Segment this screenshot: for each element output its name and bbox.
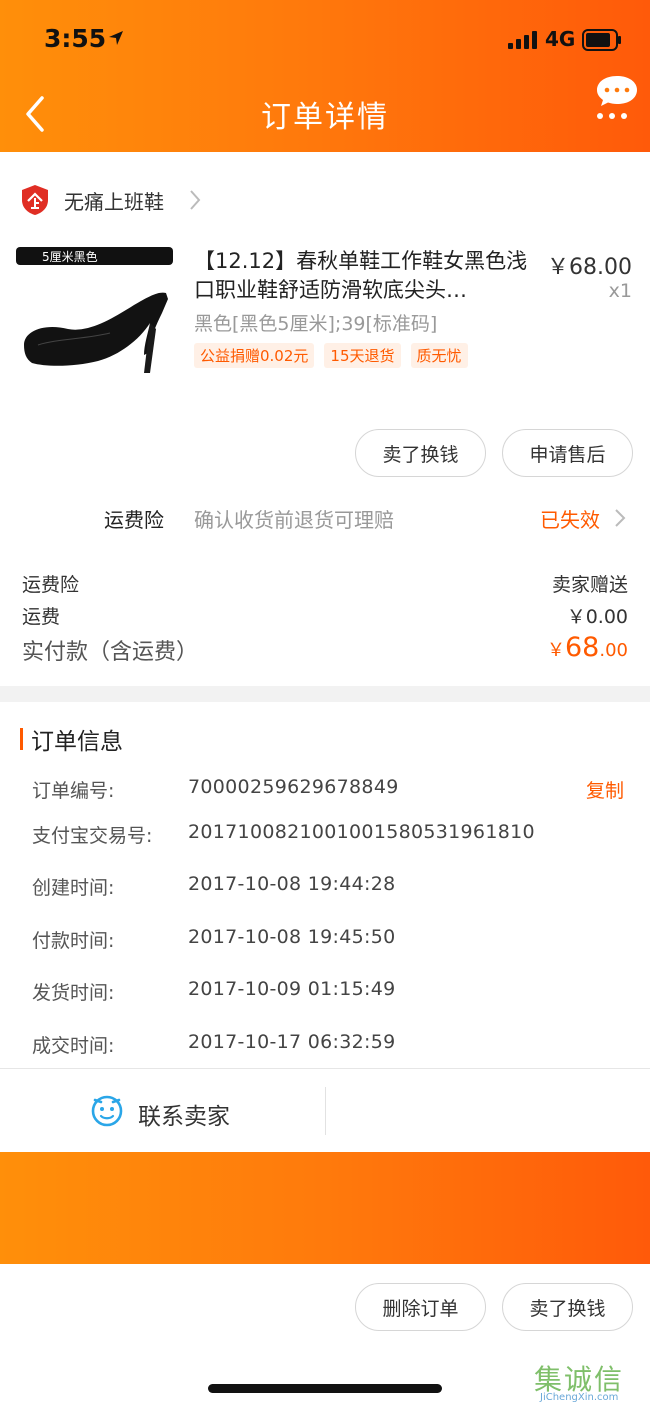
promo-banner[interactable] — [0, 1152, 650, 1264]
chevron-right-icon — [190, 190, 201, 210]
product-price: ￥68.00 — [547, 255, 632, 280]
chevron-right-icon — [615, 509, 626, 527]
completed-time-value: 2017-10-17 06:32:59 — [188, 1031, 396, 1053]
product-quantity: x1 — [608, 280, 632, 302]
created-time-label: 创建时间: — [32, 877, 115, 899]
enterprise-shop-icon — [22, 185, 48, 215]
paid-time-label: 付款时间: — [32, 930, 115, 952]
product-tags: 公益捐赠0.02元 15天退货 质无忧 — [194, 343, 468, 368]
paid-amount-label: 实付款（含运费） — [22, 640, 199, 665]
fee-shipping-value: ￥0.00 — [566, 606, 628, 628]
tag-return: 15天退货 — [324, 343, 401, 368]
paid-amount-value: ￥68.00 — [547, 632, 628, 663]
shop-row[interactable]: 无痛上班鞋 — [0, 170, 650, 228]
created-time-value: 2017-10-08 19:44:28 — [188, 873, 396, 895]
fee-insurance-label: 运费险 — [22, 574, 80, 596]
completed-time-label: 成交时间: — [32, 1035, 115, 1057]
page-title: 订单详情 — [261, 100, 389, 135]
freight-insurance-status: 已失效 — [540, 508, 600, 532]
delete-order-button[interactable]: 删除订单 — [355, 1283, 486, 1331]
shipped-time-value: 2017-10-09 01:15:49 — [188, 978, 396, 1000]
network-type: 4G — [545, 27, 576, 51]
freight-insurance-row[interactable]: 运费险 确认收货前退货可理赔 已失效 — [0, 498, 650, 538]
vertical-divider — [325, 1087, 326, 1135]
message-more-button[interactable] — [596, 74, 638, 122]
battery-icon — [582, 29, 621, 51]
shipped-time-label: 发货时间: — [32, 982, 115, 1004]
fee-shipping-label: 运费 — [22, 606, 61, 628]
status-time: 3:55 — [44, 24, 107, 53]
wangwang-chat-icon — [91, 1095, 123, 1127]
after-sale-button[interactable]: 申请售后 — [502, 429, 633, 477]
order-number-value: 70000259629678849 — [188, 776, 399, 798]
sell-for-cash-button[interactable]: 卖了换钱 — [355, 429, 486, 477]
fee-insurance-value: 卖家赠送 — [551, 574, 628, 596]
paid-time-value: 2017-10-08 19:45:50 — [188, 926, 396, 948]
product-title[interactable]: 【12.12】春秋单鞋工作鞋女黑色浅口职业鞋舒适防滑软底尖头… — [194, 247, 529, 305]
copy-button[interactable]: 复制 — [586, 776, 624, 803]
contact-seller-label: 联系卖家 — [138, 1104, 230, 1130]
watermark-english: JiChengXin.com — [540, 1392, 619, 1403]
svg-text:5厘米黑色: 5厘米黑色 — [42, 250, 98, 264]
location-arrow-icon — [109, 31, 123, 45]
divider — [0, 1068, 650, 1069]
order-info-title: 订单信息 — [31, 729, 123, 755]
home-indicator[interactable] — [208, 1384, 442, 1393]
freight-insurance-description: 确认收货前退货可理赔 — [194, 508, 394, 532]
signal-icon — [508, 31, 537, 49]
contact-seller-button[interactable]: 联系卖家 — [0, 1070, 325, 1152]
alipay-trade-number-label: 支付宝交易号: — [32, 825, 153, 847]
product-sku: 黑色[黑色5厘米];39[标准码] — [194, 313, 438, 335]
header-bar: 3:55 4G 订单详情 — [0, 0, 650, 152]
tag-quality: 质无忧 — [410, 343, 468, 368]
order-number-label: 订单编号: — [32, 780, 115, 802]
section-accent-bar — [20, 728, 23, 750]
alipay-trade-number-value: 2017100821001001580531961810 — [188, 821, 535, 843]
product-image[interactable]: 5厘米黑色 — [16, 247, 173, 375]
shop-name: 无痛上班鞋 — [64, 190, 164, 214]
freight-insurance-label: 运费险 — [104, 508, 164, 532]
section-divider — [0, 686, 650, 702]
watermark-logo: 集诚信 JiChengXin.com — [534, 1358, 650, 1407]
sell-for-cash-bottom-button[interactable]: 卖了换钱 — [502, 1283, 633, 1331]
tag-charity: 公益捐赠0.02元 — [194, 343, 315, 368]
